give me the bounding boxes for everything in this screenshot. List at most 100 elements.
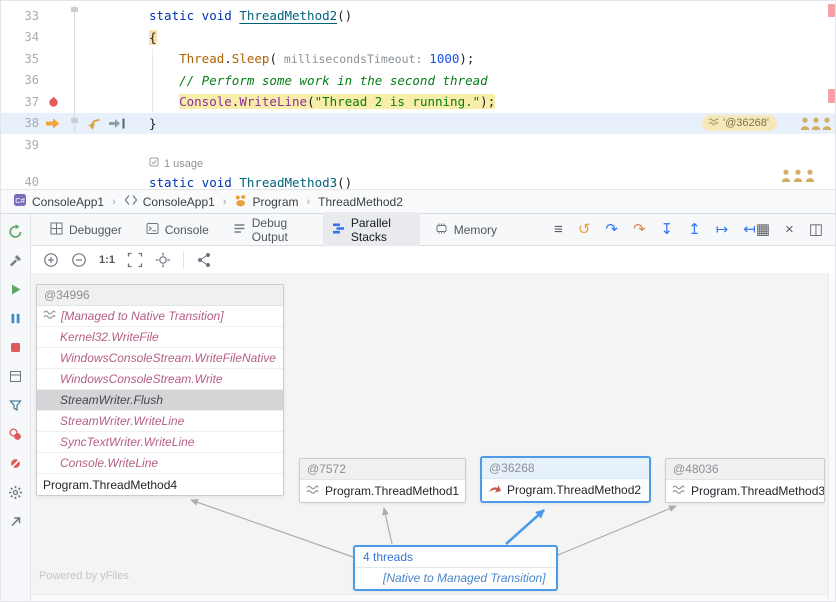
threads-icon [672,484,685,498]
breakpoint-icon[interactable] [41,95,65,108]
code-line: 34 { [1,27,836,49]
stack-frame[interactable]: Program.ThreadMethod3 [666,480,824,502]
center-button[interactable] [155,252,171,268]
code-text: static void ThreadMethod2() [141,8,352,23]
code-token: ( [269,51,277,66]
pin-button[interactable] [8,513,24,529]
horizontal-scrollbar[interactable] [31,594,828,602]
line-number[interactable]: 36 [1,73,41,87]
code-token: ThreadMethod2 [239,8,337,23]
line-number[interactable]: 33 [1,9,41,23]
tab-parallel-stacks[interactable]: Parallel Stacks [323,212,420,248]
line-number[interactable]: 38 [1,116,41,130]
stack-frame[interactable]: Console.WriteLine [37,453,283,474]
stop-button[interactable] [8,339,24,355]
stack-frame[interactable]: [Managed to Native Transition] [37,306,283,327]
rerun-button[interactable] [8,223,24,239]
line-number[interactable]: 40 [1,175,41,189]
stack-frame[interactable]: Program.ThreadMethod4 [37,474,283,495]
tab-debug-output[interactable]: Debug Output [224,212,317,248]
transition-frame-label[interactable]: [Native to Managed Transition] [355,568,556,589]
code-token: Sleep [232,51,270,66]
force-run-to-cursor-icon[interactable]: ↤ [743,222,756,237]
pause-button[interactable] [8,310,24,326]
show-execution-point-icon[interactable]: ↺ [578,222,591,237]
stack-frame[interactable]: StreamWriter.WriteLine [37,411,283,432]
thread-group-box[interactable]: 4 threads [Native to Managed Transition] [353,545,558,591]
frame-label: Console.WriteLine [60,456,158,470]
run-to-cursor-icon[interactable]: ↦ [716,222,729,237]
code-token: { [149,30,157,45]
mute-breakpoints-button[interactable] [8,455,24,471]
vertical-scrollbar[interactable] [828,273,836,602]
gutter-fold-line [74,5,75,133]
tab-debugger[interactable]: Debugger [41,218,131,242]
error-stripe-mark[interactable] [828,89,835,103]
usages-hint[interactable]: 1 usage [1,156,836,172]
error-stripe-mark[interactable] [828,4,835,17]
resume-button[interactable] [8,281,24,297]
step-into-icon[interactable]: ↧ [661,222,674,237]
stack-box-36268[interactable]: @36268 Program.ThreadMethod2 [480,456,651,503]
breadcrumb-item-program[interactable]: Program [230,192,302,212]
line-number[interactable]: 37 [1,95,41,109]
reset-frame-icon[interactable] [81,117,107,130]
tab-console[interactable]: Console [137,218,218,242]
breadcrumb-item-consoleapp1[interactable]: ConsoleApp1 [120,192,219,211]
indent-guide [152,49,153,112]
menu-icon[interactable]: ≡ [554,222,563,237]
code-lines: 33 static void ThreadMethod2() 34 {35 Threa… [1,5,836,189]
debugger-icon [50,222,63,238]
zoom-in-button[interactable] [43,252,59,268]
debug-tool-window-tabs: DebuggerConsoleDebug OutputParallel Stac… [31,214,836,246]
breadcrumb-item-threadmethod2[interactable]: ThreadMethod2 [314,193,407,211]
zoom-reset-button[interactable]: 1:1 [99,252,115,268]
tab-memory[interactable]: Memory [426,218,506,242]
layout-icon[interactable]: ◫ [809,222,823,237]
stack-box-34996[interactable]: @34996 [Managed to Native Transition]Ker… [36,284,284,496]
code-token: WriteLine [239,94,307,109]
stack-box-48036[interactable]: @48036 Program.ThreadMethod3 [665,458,825,503]
stack-frame[interactable]: Program.ThreadMethod1 [300,480,465,502]
breadcrumb-label: ConsoleApp1 [143,195,215,209]
fold-marker-bottom[interactable] [71,118,78,123]
rider-debug-window: 33 static void ThreadMethod2() 34 {35 Threa… [0,0,836,602]
overview-button[interactable] [196,252,212,268]
code-text: // Perform some work in the second threa… [141,73,488,88]
code-token: ThreadMethod3 [239,175,337,189]
stack-frame[interactable]: WindowsConsoleStream.WriteFileNative [37,348,283,369]
stack-frame[interactable]: SyncTextWriter.WriteLine [37,432,283,453]
breadcrumb-separator: › [112,196,116,208]
stack-box-7572[interactable]: @7572 Program.ThreadMethod1 [299,458,466,503]
fit-content-button[interactable] [127,252,143,268]
tables-icon[interactable]: ▦ [756,222,770,237]
stack-frame[interactable]: StreamWriter.Flush [37,390,283,411]
build-button[interactable] [8,252,24,268]
line-number[interactable]: 34 [1,30,41,44]
step-out-icon[interactable]: ↥ [688,222,701,237]
settings-button[interactable] [8,484,24,500]
code-line: 38}'@36268' [1,113,836,135]
filter-button[interactable] [8,397,24,413]
jump-to-statement-icon[interactable] [107,118,141,129]
zoom-out-button[interactable] [71,252,87,268]
force-step-over-icon[interactable]: ↷ [633,222,646,237]
line-number[interactable]: 39 [1,138,41,152]
parallel-stacks-graph[interactable]: @34996 [Managed to Native Transition]Ker… [31,273,836,602]
code-editor[interactable]: 33 static void ThreadMethod2() 34 {35 Threa… [1,1,836,189]
restore-layout-button[interactable] [8,368,24,384]
stack-frame[interactable]: WindowsConsoleStream.Write [37,369,283,390]
thread-inlay-badge: '@36268' [702,115,777,131]
step-over-icon[interactable]: ↷ [605,222,618,237]
fold-marker-top[interactable] [71,7,78,12]
code-line: 40 static void ThreadMethod3() [1,172,836,190]
edge-to-thread-48036 [558,506,676,555]
breadcrumb-item-consoleapp1[interactable]: C#ConsoleApp1 [9,191,108,212]
line-number[interactable]: 35 [1,52,41,66]
code-text: static void ThreadMethod3() [141,175,352,189]
stack-frame[interactable]: Kernel32.WriteFile [37,327,283,348]
stack-frame[interactable]: Program.ThreadMethod2 [482,479,649,501]
breadcrumb-label: Program [252,195,298,209]
close-icon[interactable]: × [785,222,794,237]
breakpoints-button[interactable] [8,426,24,442]
